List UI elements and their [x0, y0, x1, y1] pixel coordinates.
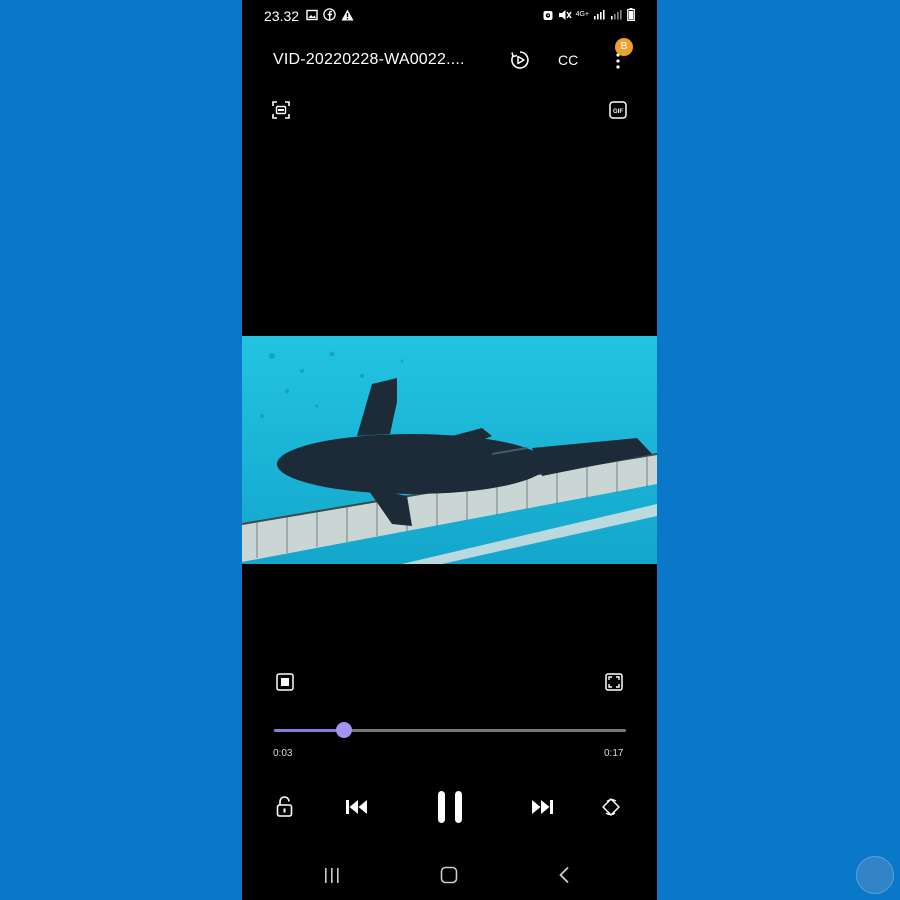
phone-screen: 23.32 4G+ VID-20220228-WA0022.... CC B G… [242, 0, 657, 900]
popup-player-icon[interactable] [276, 673, 294, 691]
video-title: VID-20220228-WA0022.... [273, 51, 465, 68]
video-frame[interactable] [242, 336, 657, 564]
signal-strength-2-icon [611, 10, 622, 20]
facebook-notification-icon [323, 8, 336, 21]
previous-icon[interactable] [345, 798, 369, 816]
battery-icon [627, 8, 635, 21]
pause-icon[interactable] [436, 789, 464, 825]
next-icon[interactable] [530, 798, 554, 816]
gif-icon[interactable]: GIF [609, 101, 627, 119]
status-time: 23.32 [264, 8, 300, 24]
mute-icon [558, 9, 572, 20]
screen-capture-icon[interactable] [272, 101, 290, 119]
warning-icon [341, 9, 354, 20]
status-notification-icons [306, 8, 354, 21]
svg-text:GIF: GIF [613, 109, 623, 115]
total-time: 0:17 [604, 748, 624, 759]
status-bar: 23.32 4G+ [242, 0, 657, 34]
screen-ratio-icon[interactable] [605, 673, 623, 691]
subtitles-button[interactable]: CC [558, 52, 578, 68]
home-icon[interactable] [440, 866, 458, 884]
seek-bar-progress [274, 729, 344, 732]
rotate-icon[interactable] [601, 797, 621, 817]
seek-bar-thumb[interactable] [336, 722, 352, 738]
status-system-icons: 4G+ [542, 8, 635, 21]
signal-strength-icon [594, 10, 605, 20]
gallery-notification-icon [306, 9, 318, 20]
back-icon[interactable] [558, 866, 570, 884]
watermark-logo [856, 856, 894, 894]
alarm-icon [543, 10, 553, 20]
notification-badge: B [615, 38, 633, 56]
lock-icon[interactable] [276, 796, 293, 817]
recent-apps-icon[interactable] [323, 867, 341, 884]
play-speed-icon[interactable] [510, 50, 530, 70]
current-time: 0:03 [273, 748, 293, 759]
network-type-label: 4G+ [575, 10, 589, 18]
